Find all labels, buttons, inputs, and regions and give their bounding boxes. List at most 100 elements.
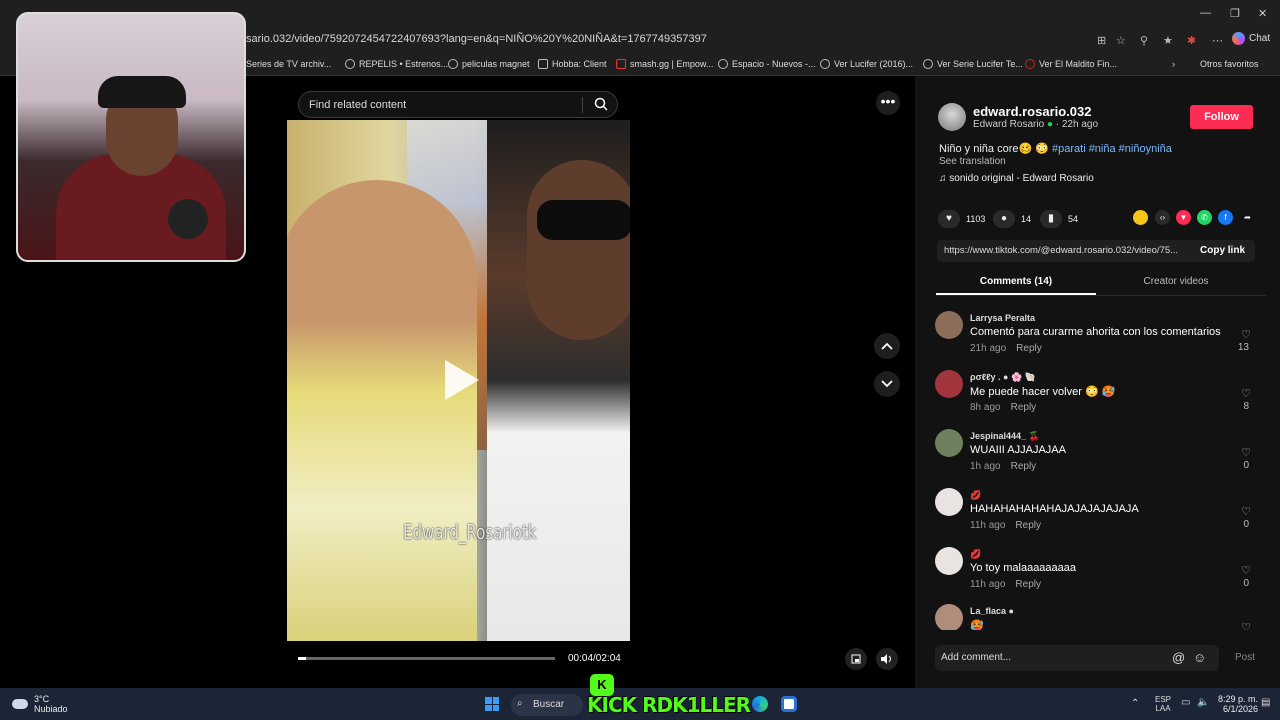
pip-button[interactable] bbox=[845, 648, 867, 670]
copilot-chat-button[interactable]: Chat bbox=[1232, 32, 1270, 45]
previous-video-button[interactable] bbox=[874, 333, 900, 359]
bookmark-item[interactable]: Series de TV archiv... bbox=[246, 59, 331, 69]
gift-icon[interactable]: ✱ bbox=[1187, 34, 1196, 47]
like-button[interactable]: ♥ 1103 bbox=[938, 210, 985, 228]
commenter-avatar[interactable] bbox=[935, 429, 963, 457]
comment-like-icon[interactable]: ♡ bbox=[1241, 621, 1251, 630]
comment-like-icon[interactable]: ♡ bbox=[1241, 446, 1251, 459]
start-button[interactable] bbox=[485, 697, 499, 711]
reply-button[interactable]: Reply bbox=[1016, 343, 1042, 354]
whatsapp-icon[interactable]: ✆ bbox=[1197, 210, 1212, 225]
notifications-icon[interactable]: ▤ bbox=[1261, 697, 1270, 708]
favorites-icon[interactable]: ★ bbox=[1163, 34, 1173, 47]
post-comment-button[interactable]: Post bbox=[1235, 652, 1255, 663]
tabs-divider bbox=[936, 295, 1266, 296]
weather-widget[interactable]: 3°C Nubiado bbox=[12, 694, 68, 714]
send-icon[interactable]: ▼ bbox=[1176, 210, 1191, 225]
bookmark-item[interactable]: Hobba: Client bbox=[538, 59, 607, 69]
related-search-input[interactable]: Find related content bbox=[298, 91, 618, 118]
comment-button[interactable]: ● 14 bbox=[993, 210, 1031, 228]
comment-meta: 8h ago Reply bbox=[970, 402, 1037, 413]
copy-link-button[interactable]: Copy link bbox=[1200, 245, 1245, 256]
mention-icon[interactable]: @ bbox=[1172, 650, 1185, 665]
commenter-avatar[interactable] bbox=[935, 370, 963, 398]
search-icon[interactable] bbox=[594, 97, 608, 111]
comment-item: 💋 Yo toy malaaaaaaaaa 11h ago Reply ♡ 0 bbox=[935, 547, 1255, 603]
comment-like-icon[interactable]: ♡ bbox=[1241, 387, 1251, 400]
commenter-name[interactable]: Jespinal444_ 🍒 bbox=[970, 431, 1040, 442]
comment-text: 🥵 bbox=[970, 620, 984, 630]
commenter-avatar[interactable] bbox=[935, 488, 963, 516]
edge-browser-icon[interactable] bbox=[752, 696, 768, 712]
clock[interactable]: 8:29 p. m. 6/1/2026 bbox=[1218, 694, 1258, 714]
bookmark-item[interactable]: REPELIS • Estrenos... bbox=[345, 59, 448, 69]
minimize-button[interactable]: — bbox=[1200, 7, 1211, 19]
caption-hashtags[interactable]: #parati #niña #niñoyniña bbox=[1052, 143, 1172, 155]
comment-like-icon[interactable]: ♡ bbox=[1241, 564, 1251, 577]
tab-creator-videos[interactable]: Creator videos bbox=[1100, 276, 1252, 287]
globe-icon bbox=[923, 59, 933, 69]
commenter-name[interactable]: ρσℓℓу . ● 🌸 🐚 bbox=[970, 372, 1036, 383]
apps-icon[interactable]: ⊞ bbox=[1097, 34, 1106, 47]
other-favorites[interactable]: Otros favoritos bbox=[1200, 59, 1259, 69]
emoji-icon[interactable]: ☺ bbox=[1193, 650, 1206, 665]
comment-like-icon[interactable]: ♡ bbox=[1241, 505, 1251, 518]
facebook-icon[interactable]: f bbox=[1218, 210, 1233, 225]
store-icon[interactable] bbox=[781, 696, 797, 712]
bookmark-item[interactable]: Ver Serie Lucifer Te... bbox=[923, 59, 1023, 69]
bookmark-item[interactable]: smash.gg | Empow... bbox=[616, 59, 713, 69]
maximize-button[interactable]: ❐ bbox=[1230, 7, 1240, 20]
reply-button[interactable]: Reply bbox=[1011, 402, 1037, 413]
extension-icon[interactable]: ⚲ bbox=[1140, 34, 1148, 47]
author-display-name: Edward Rosario bbox=[973, 119, 1045, 130]
share-arrow-icon[interactable]: ➦ bbox=[1240, 210, 1255, 225]
input-language[interactable]: ESP LAA bbox=[1155, 695, 1171, 713]
cloud-icon bbox=[12, 699, 28, 709]
save-button[interactable]: ▮ 54 bbox=[1040, 210, 1078, 228]
reply-button[interactable]: Reply bbox=[1011, 461, 1037, 472]
share-link-text[interactable]: https://www.tiktok.com/@edward.rosario.0… bbox=[944, 245, 1190, 256]
bookmark-item[interactable]: peliculas magnet bbox=[448, 59, 530, 69]
commenter-avatar[interactable] bbox=[935, 604, 963, 630]
bookmarks-overflow-chevron-icon[interactable]: › bbox=[1172, 59, 1175, 69]
commenter-name[interactable]: 💋 bbox=[970, 490, 981, 501]
author-username[interactable]: edward.rosario.032 bbox=[973, 104, 1092, 119]
volume-tray-icon[interactable]: 🔈 bbox=[1197, 697, 1209, 708]
reply-button[interactable]: Reply bbox=[1015, 520, 1041, 531]
next-video-button[interactable] bbox=[874, 371, 900, 397]
progress-track[interactable] bbox=[298, 657, 555, 660]
sound-link[interactable]: ♫ sonido original - Edward Rosario bbox=[939, 173, 1094, 184]
follow-button[interactable]: Follow bbox=[1190, 105, 1253, 129]
volume-button[interactable] bbox=[876, 648, 898, 670]
bookmark-item[interactable]: Ver El Maldito Fin... bbox=[1025, 59, 1117, 69]
bookmark-item[interactable]: Espacio - Nuevos -... bbox=[718, 59, 816, 69]
comment-like-count: 0 bbox=[1243, 519, 1249, 530]
network-icon[interactable]: ▭ bbox=[1181, 697, 1190, 708]
menu-dots-icon[interactable]: ⋯ bbox=[1212, 34, 1223, 47]
post-age: 22h ago bbox=[1061, 119, 1099, 130]
tray-chevron-up-icon[interactable]: ⌃ bbox=[1131, 698, 1139, 709]
tab-comments[interactable]: Comments (14) bbox=[936, 276, 1096, 287]
comment-meta: 11h ago Reply bbox=[970, 579, 1041, 590]
reply-button[interactable]: Reply bbox=[1015, 579, 1041, 590]
star-icon[interactable]: ☆ bbox=[1116, 34, 1126, 47]
bookmark-item[interactable]: Ver Lucifer (2016)... bbox=[820, 59, 913, 69]
close-window-button[interactable]: ✕ bbox=[1258, 7, 1267, 20]
play-icon[interactable] bbox=[445, 360, 479, 400]
author-avatar[interactable] bbox=[938, 103, 966, 131]
see-translation-link[interactable]: See translation bbox=[939, 156, 1006, 167]
coin-share-icon[interactable] bbox=[1133, 210, 1148, 225]
url-text[interactable]: sario.032/video/7592072454722407693?lang… bbox=[246, 33, 707, 45]
comment-like-icon[interactable]: ♡ bbox=[1241, 328, 1251, 341]
search-divider bbox=[582, 97, 583, 113]
man-face bbox=[527, 160, 630, 340]
commenter-avatar[interactable] bbox=[935, 547, 963, 575]
comment-item: La_flaca ● 🥵 ♡ bbox=[935, 604, 1255, 630]
commenter-name[interactable]: La_flaca ● bbox=[970, 606, 1014, 616]
embed-icon[interactable]: ‹› bbox=[1155, 210, 1170, 225]
more-options-icon[interactable]: ••• bbox=[876, 91, 900, 115]
commenter-name[interactable]: Larrysa Peralta bbox=[970, 313, 1035, 323]
commenter-avatar[interactable] bbox=[935, 311, 963, 339]
commenter-name[interactable]: 💋 bbox=[970, 549, 981, 560]
add-comment-placeholder: Add comment... bbox=[941, 652, 1012, 663]
